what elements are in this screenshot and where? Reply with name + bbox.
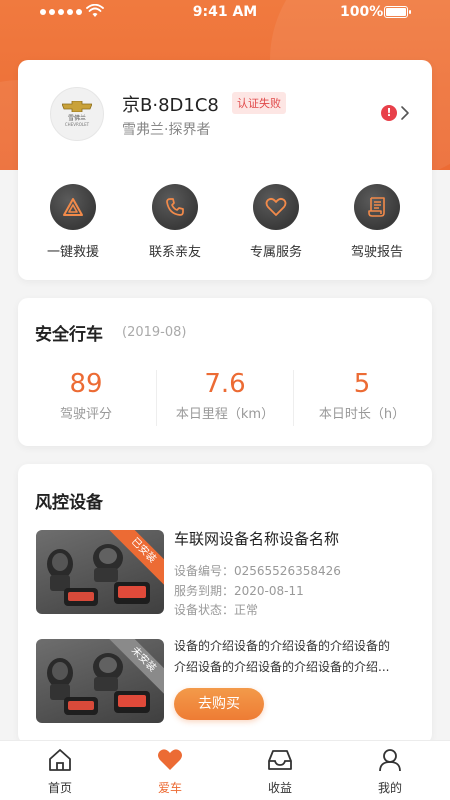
- tab-profile[interactable]: 我的: [350, 747, 430, 796]
- device-image-installed[interactable]: 已安装: [36, 530, 164, 614]
- quick-action-label: 驾驶报告: [350, 245, 403, 260]
- stat-value: 5: [353, 369, 371, 399]
- risk-control-devices-card: 风控设备 已安装 车联网设备名称设备名称 设备编号：02565526358426…: [18, 464, 432, 744]
- quick-action-label: 专属服务: [249, 245, 302, 260]
- device-name[interactable]: 车联网设备名称设备名称: [174, 528, 339, 549]
- stat-caption: 本日里程（km）: [175, 407, 275, 422]
- user-icon: [379, 749, 401, 772]
- quick-action-rescue[interactable]: 一键救援: [28, 184, 118, 260]
- section-title: 风控设备: [35, 493, 103, 513]
- section-period: (2019-08): [122, 325, 187, 340]
- quick-action-label: 联系亲友: [148, 245, 201, 260]
- quick-action-label: 一键救援: [46, 245, 99, 260]
- chevrolet-bowtie-icon: [62, 101, 92, 112]
- tab-label: 首页: [47, 781, 72, 795]
- device-description: 设备的介绍设备的介绍设备的介绍设备的 介绍设备的介绍设备的介绍设备的介绍...: [174, 636, 424, 678]
- stat-daily-mileage: 7.6 本日里程（km）: [157, 368, 293, 422]
- brand-logo-text: 雪佛兰: [67, 115, 86, 122]
- tab-earnings[interactable]: 收益: [240, 747, 320, 796]
- car-info-card: 雪佛兰 CHEVROLET 京B·8D1C8 认证失败 雪弗兰·探界者 ! 一键…: [18, 60, 432, 280]
- scroll-report-icon: [354, 184, 400, 230]
- chevron-right-icon[interactable]: [400, 104, 410, 122]
- description-line: 设备的介绍设备的介绍设备的介绍设备的: [174, 639, 391, 653]
- description-line: 介绍设备的介绍设备的介绍设备的介绍...: [174, 660, 390, 674]
- quick-action-service[interactable]: 专属服务: [231, 184, 321, 260]
- inbox-icon: [268, 750, 292, 770]
- device-status: 设备状态：正常: [174, 603, 259, 617]
- tab-label: 我的: [377, 781, 402, 795]
- tab-label: 收益: [267, 781, 292, 795]
- phone-icon: [152, 184, 198, 230]
- stat-daily-duration: 5 本日时长（h）: [294, 368, 430, 422]
- device-expiry: 服务到期：2020-08-11: [174, 584, 304, 598]
- warning-triangle-icon: [50, 184, 96, 230]
- device-serial: 设备编号：02565526358426: [174, 564, 341, 578]
- tab-label: 爱车: [157, 781, 182, 795]
- status-bar: 9:41 AM 100%: [0, 0, 450, 26]
- tab-home[interactable]: 首页: [20, 747, 100, 796]
- quick-actions: 一键救援 联系亲友 专属服务 驾驶报告: [18, 184, 432, 264]
- device-image-not-installed[interactable]: 未安装: [36, 639, 164, 723]
- chevrolet-logo: 雪佛兰 CHEVROLET: [50, 87, 104, 141]
- brand-logo-subtext: CHEVROLET: [64, 122, 90, 127]
- safety-driving-card[interactable]: 安全行车 (2019-08) 89 驾驶评分 7.6 本日里程（km） 5 本日…: [18, 298, 432, 446]
- heart-icon: [253, 184, 299, 230]
- heart-filled-icon: [158, 749, 182, 770]
- license-plate: 京B·8D1C8: [122, 95, 219, 116]
- stat-value: 89: [69, 369, 103, 399]
- auth-status-badge: 认证失败: [232, 92, 286, 114]
- battery-icon: [384, 6, 411, 18]
- battery-percent: 100%: [340, 4, 384, 20]
- stat-caption: 本日时长（h）: [318, 407, 406, 422]
- quick-action-report[interactable]: 驾驶报告: [332, 184, 422, 260]
- buy-button[interactable]: 去购买: [174, 688, 264, 720]
- bottom-tab-bar: 首页 爱车 收益 我的: [0, 740, 450, 800]
- alert-icon[interactable]: !: [381, 105, 397, 121]
- home-icon: [49, 749, 71, 771]
- stat-caption: 驾驶评分: [59, 407, 112, 422]
- quick-action-contact[interactable]: 联系亲友: [130, 184, 220, 260]
- tab-my-car[interactable]: 爱车: [130, 747, 210, 796]
- section-title: 安全行车: [35, 325, 103, 345]
- stat-value: 7.6: [204, 369, 246, 399]
- car-model: 雪弗兰·探界者: [122, 122, 211, 138]
- stat-driving-score: 89 驾驶评分: [18, 368, 154, 422]
